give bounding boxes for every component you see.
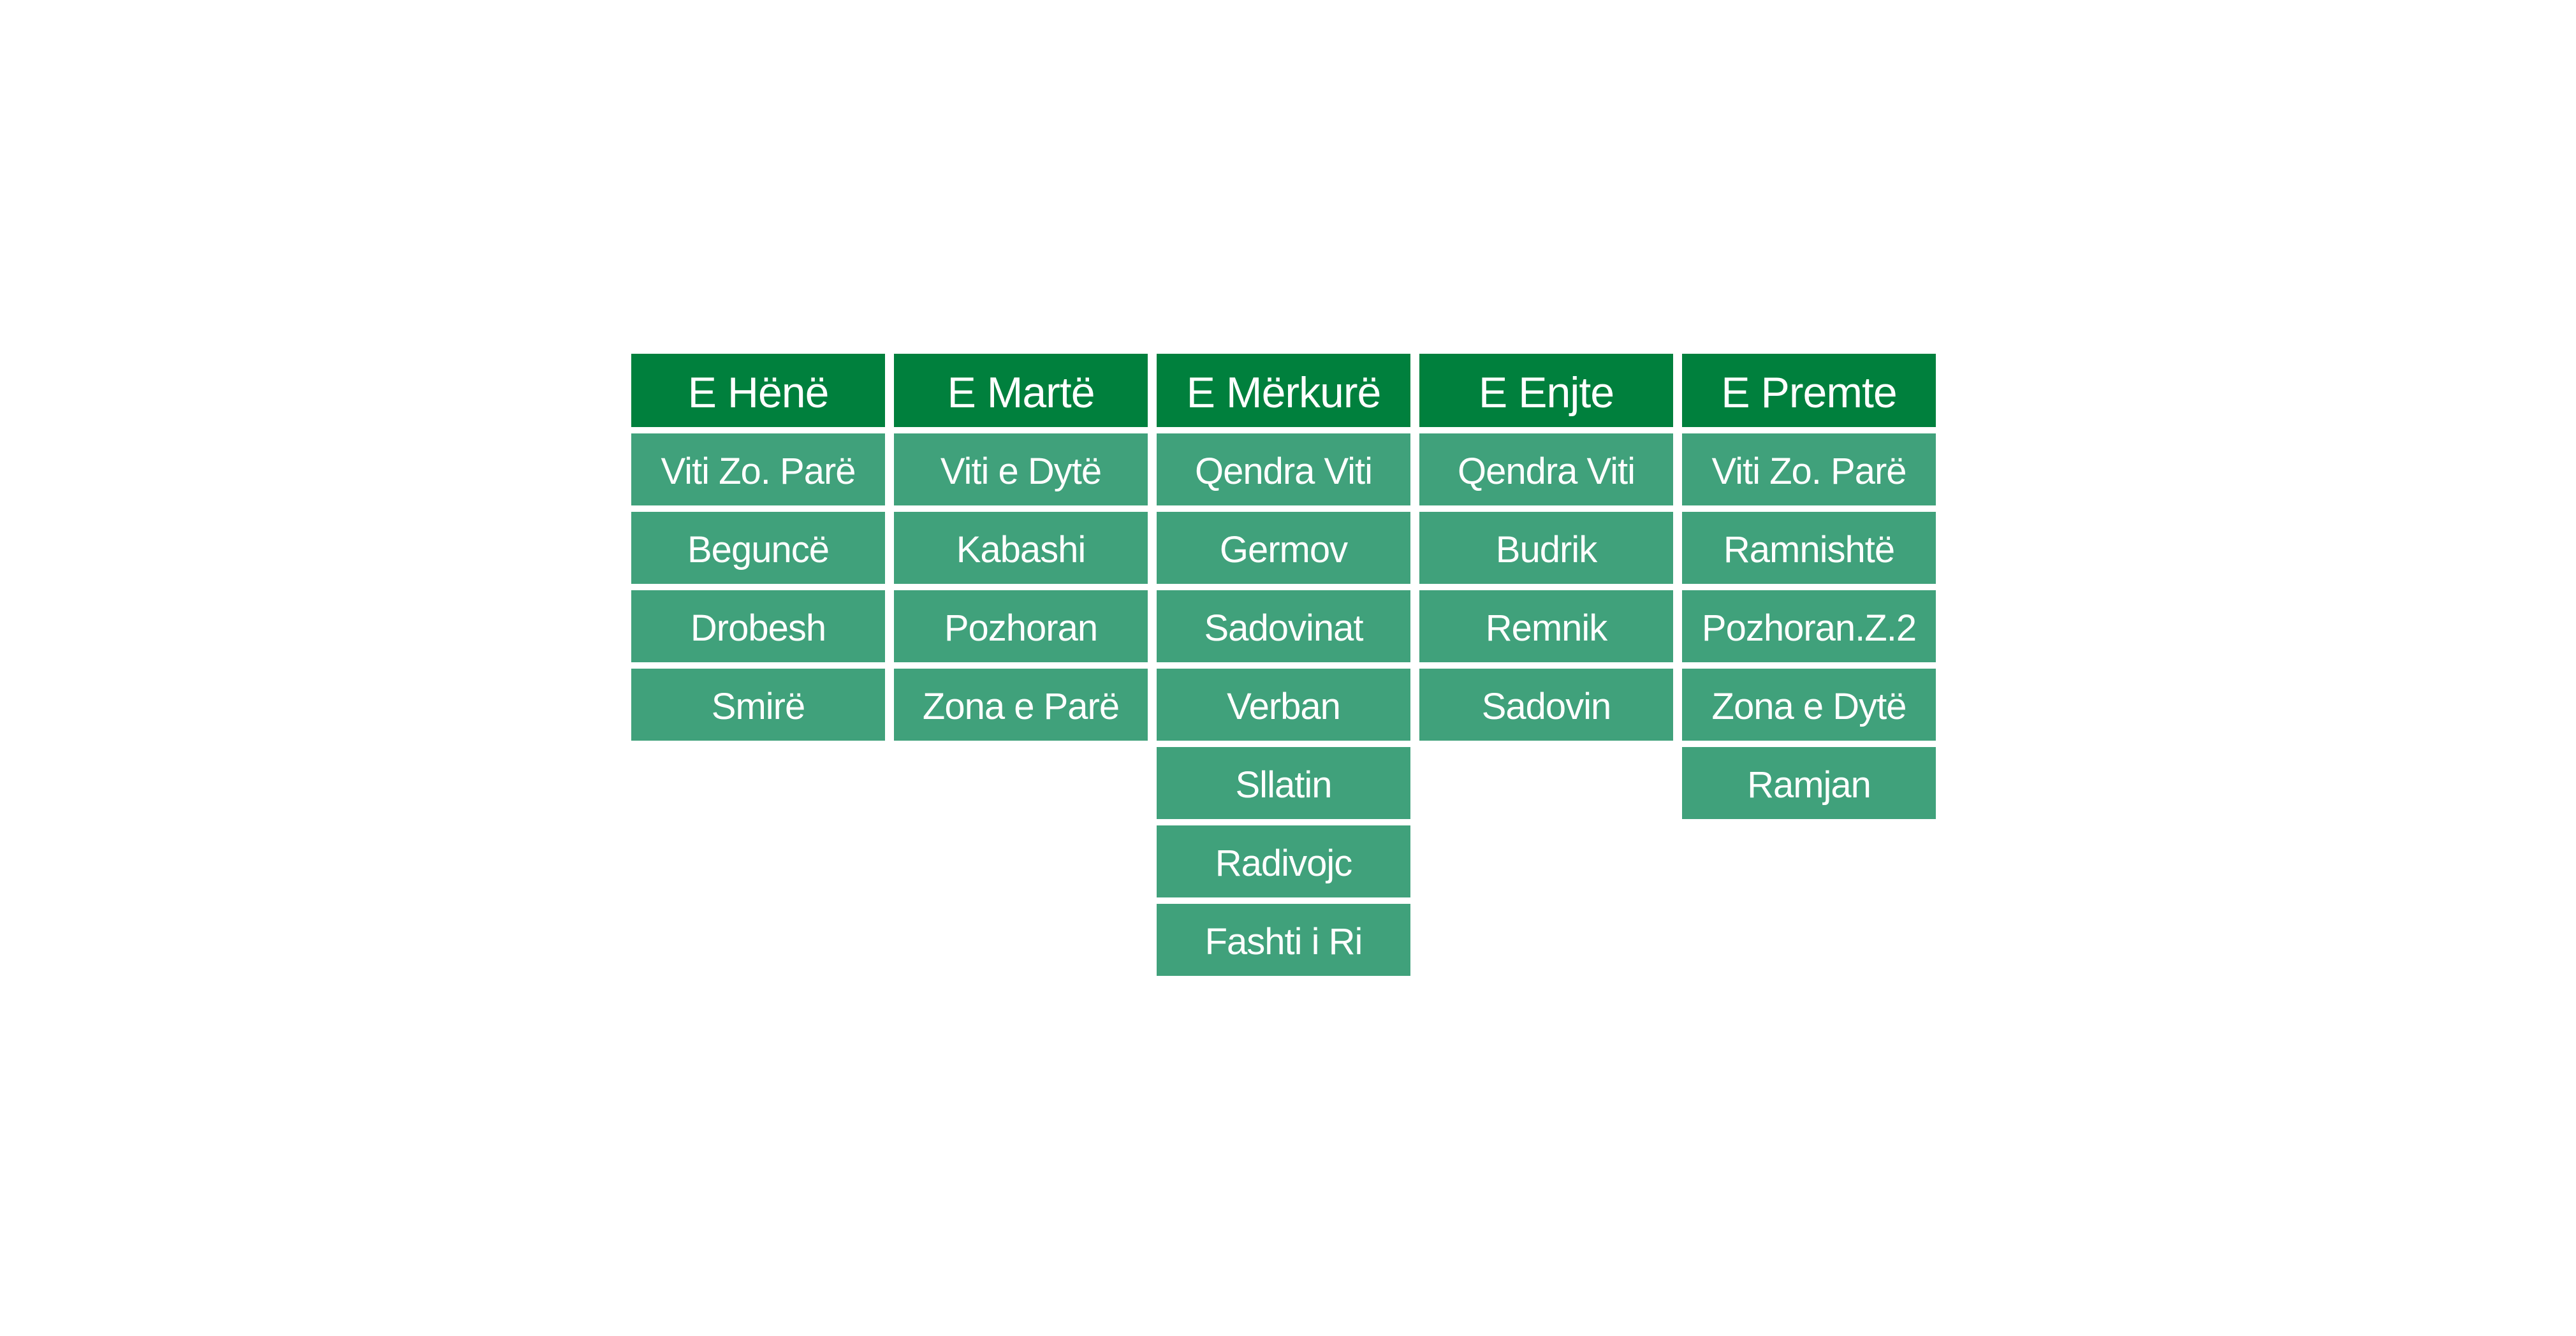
village-cell: Viti e Dytë bbox=[894, 433, 1148, 505]
village-cell: Sllatin bbox=[1157, 747, 1410, 819]
day-header: E Premte bbox=[1682, 354, 1936, 427]
day-column-friday: E Premte Viti Zo. Parë Ramnishtë Pozhora… bbox=[1682, 354, 1936, 819]
village-cell: Viti Zo. Parë bbox=[631, 433, 885, 505]
village-cell: Sadovin bbox=[1419, 669, 1673, 741]
village-cell: Ramjan bbox=[1682, 747, 1936, 819]
village-cell: Drobesh bbox=[631, 590, 885, 662]
village-cell: Germov bbox=[1157, 512, 1410, 584]
village-cell: Verban bbox=[1157, 669, 1410, 741]
village-cell: Fashti i Ri bbox=[1157, 904, 1410, 976]
village-cell: Qendra Viti bbox=[1157, 433, 1410, 505]
village-cell: Budrik bbox=[1419, 512, 1673, 584]
day-header: E Enjte bbox=[1419, 354, 1673, 427]
village-cell: Zona e Parë bbox=[894, 669, 1148, 741]
village-cell: Kabashi bbox=[894, 512, 1148, 584]
village-cell: Pozhoran bbox=[894, 590, 1148, 662]
day-column-wednesday: E Mërkurë Qendra Viti Germov Sadovinat V… bbox=[1157, 354, 1410, 976]
village-cell: Qendra Viti bbox=[1419, 433, 1673, 505]
village-cell: Zona e Dytë bbox=[1682, 669, 1936, 741]
day-column-monday: E Hënë Viti Zo. Parë Beguncë Drobesh Smi… bbox=[631, 354, 885, 741]
village-cell: Smirë bbox=[631, 669, 885, 741]
village-cell: Remnik bbox=[1419, 590, 1673, 662]
day-column-thursday: E Enjte Qendra Viti Budrik Remnik Sadovi… bbox=[1419, 354, 1673, 741]
village-cell: Sadovinat bbox=[1157, 590, 1410, 662]
village-cell: Viti Zo. Parë bbox=[1682, 433, 1936, 505]
day-column-tuesday: E Martë Viti e Dytë Kabashi Pozhoran Zon… bbox=[894, 354, 1148, 741]
day-header: E Hënë bbox=[631, 354, 885, 427]
weekly-schedule: E Hënë Viti Zo. Parë Beguncë Drobesh Smi… bbox=[631, 354, 1936, 976]
village-cell: Pozhoran.Z.2 bbox=[1682, 590, 1936, 662]
day-header: E Mërkurë bbox=[1157, 354, 1410, 427]
village-cell: Beguncë bbox=[631, 512, 885, 584]
day-header: E Martë bbox=[894, 354, 1148, 427]
village-cell: Ramnishtë bbox=[1682, 512, 1936, 584]
village-cell: Radivojc bbox=[1157, 825, 1410, 897]
